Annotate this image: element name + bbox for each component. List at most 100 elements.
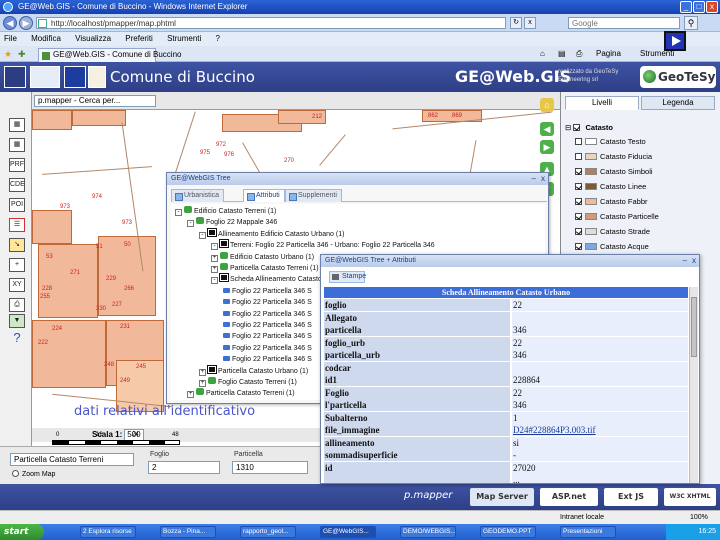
download-icon[interactable]: ▼ [9, 314, 25, 328]
close-button[interactable]: x [706, 1, 718, 13]
particella-input[interactable]: 1310 [232, 461, 308, 474]
layer-row[interactable]: Catasto Strade [575, 226, 650, 238]
browser-tab[interactable]: GE@Web.GIS - Comune di Buccino [38, 48, 181, 62]
feeds-icon[interactable]: ▤ [558, 48, 566, 60]
add-favorite-icon[interactable]: ✚ [18, 49, 26, 60]
slide-play-button[interactable] [664, 31, 686, 51]
pan-right-icon[interactable]: ▶ [540, 140, 554, 154]
menu-help[interactable]: ? [216, 34, 220, 43]
menu-preferiti[interactable]: Preferiti [125, 34, 153, 43]
minimize-icon[interactable]: – [683, 256, 687, 266]
favorites-star-icon[interactable]: ★ [4, 49, 12, 60]
tree-node[interactable]: + Particella Catasto Urbano (1) [199, 364, 308, 377]
tree-node[interactable]: - Foglio 22 Mappale 346 [187, 217, 277, 228]
forward-icon[interactable]: ▶ [19, 16, 33, 30]
layer-checkbox[interactable] [575, 138, 582, 145]
cde-icon[interactable]: CDE [9, 178, 25, 192]
taskbar-item[interactable]: DEMO/WEBGIS... [400, 526, 456, 538]
expand-icon[interactable]: + [199, 368, 206, 376]
collapse-icon[interactable]: - [175, 209, 182, 216]
search-type-select[interactable]: p.mapper - Cerca per... [34, 95, 156, 107]
grid-icon[interactable]: ▦ [9, 138, 25, 152]
tree-node[interactable]: - Edificio Catasto Terreni (1) [175, 206, 276, 217]
tree-node[interactable]: + Particella Catasto Terreni (1) [211, 263, 319, 274]
tree-node[interactable]: Foglio 22 Particella 346 S [223, 309, 312, 320]
stop-icon[interactable]: x [524, 17, 536, 29]
home-map-icon[interactable]: ⌂ [540, 98, 554, 112]
pan-left-icon[interactable]: ◀ [540, 122, 554, 136]
layer-select[interactable]: Particella Catasto Terreni [10, 453, 134, 466]
tab-urbanistica[interactable]: Urbanistica [171, 189, 225, 202]
poi-icon[interactable]: POI [9, 198, 25, 212]
tree-node[interactable]: Foglio 22 Particella 346 S [223, 297, 312, 308]
layers-icon[interactable]: ☰ [9, 218, 25, 232]
attribute-window-titlebar[interactable]: GE@WebGIS Tree + Attributi [321, 255, 699, 267]
taskbar-item[interactable]: GEODEMO.PPT [480, 526, 536, 538]
tree-node[interactable]: + Foglio Catasto Terreni (1) [199, 377, 297, 388]
layer-checkbox[interactable] [575, 213, 582, 220]
maximize-button[interactable]: □ [693, 1, 705, 13]
table-icon[interactable]: ▦ [9, 118, 25, 132]
taskbar-item[interactable]: 2 Esplora risorse [80, 526, 136, 538]
attribute-link[interactable]: D24#228864P3.003.tif [512, 424, 688, 436]
tree-node[interactable]: Foglio 22 Particella 346 S [223, 343, 312, 354]
stampe-button[interactable]: Stampe [329, 271, 366, 283]
start-button[interactable]: start [0, 524, 44, 540]
layer-row[interactable]: Catasto Particelle [575, 211, 659, 223]
tree-node[interactable]: Foglio 22 Particella 346 S [223, 286, 312, 297]
tab-attributi[interactable]: Attributi [243, 189, 285, 202]
measure-icon[interactable]: ↘ [9, 238, 25, 252]
taskbar-item[interactable]: rapporto_geol... [240, 526, 296, 538]
collapse-icon[interactable]: - [199, 231, 206, 239]
layer-checkbox[interactable] [575, 198, 582, 205]
layer-checkbox[interactable] [575, 153, 582, 160]
prf-icon[interactable]: PRF [9, 158, 25, 172]
layer-row[interactable]: Catasto Testo [575, 136, 646, 148]
zoom-level[interactable]: 100% [690, 511, 708, 524]
collapse-icon[interactable]: - [211, 277, 218, 285]
expand-icon[interactable]: + [199, 380, 206, 387]
vertical-scrollbar[interactable] [689, 287, 698, 483]
back-icon[interactable]: ◀ [3, 16, 17, 30]
layer-checkbox[interactable] [575, 243, 582, 250]
tree-node[interactable]: Foglio 22 Particella 346 S [223, 320, 312, 331]
taskbar-item[interactable]: Presentazioni [560, 526, 616, 538]
print-icon-tool[interactable]: ⎙ [9, 298, 25, 312]
taskbar-item[interactable]: GE@WebGIS... [320, 526, 376, 538]
scrollbar-thumb[interactable] [691, 297, 697, 357]
tree-window-titlebar[interactable]: GE@WebGIS Tree [167, 173, 548, 185]
tab-livelli[interactable]: Livelli [565, 96, 639, 110]
taskbar-item[interactable]: Bozza - Pina... [160, 526, 216, 538]
layer-row[interactable]: Catasto Simboli [575, 166, 653, 178]
refresh-icon[interactable]: ↻ [510, 17, 522, 29]
tree-node[interactable]: - Terreni: Foglio 22 Particella 346 - Urb… [211, 239, 435, 251]
search-input[interactable] [568, 17, 680, 29]
tree-node[interactable]: Foglio 22 Particella 346 S [223, 331, 312, 342]
menu-modifica[interactable]: Modifica [31, 34, 61, 43]
tree-node[interactable]: + Edificio Catasto Urbano (1) [211, 251, 314, 263]
menu-pagina[interactable]: Pagina [596, 48, 621, 60]
expand-icon[interactable]: + [211, 266, 218, 273]
search-icon[interactable]: ⚲ [684, 16, 698, 30]
tree-node[interactable]: - Allineamento Edificio Catasto Urbano (1… [199, 227, 344, 240]
url-input[interactable] [36, 17, 506, 29]
minimize-icon[interactable]: – [532, 174, 536, 184]
layer-row[interactable]: Catasto Fiducia [575, 151, 652, 163]
tree-node[interactable]: + Particella Catasto Terreni (1) [187, 388, 295, 399]
menu-file[interactable]: File [4, 34, 17, 43]
collapse-icon[interactable]: - [187, 220, 194, 228]
zoom-map-radio[interactable]: Zoom Map [12, 470, 55, 478]
help-icon[interactable]: ? [9, 331, 25, 346]
xy-icon[interactable]: XY [9, 278, 25, 292]
layer-group-checkbox[interactable] [573, 124, 581, 131]
tree-node[interactable]: Foglio 22 Particella 346 S [223, 354, 312, 365]
print-icon[interactable]: ⎙ [576, 48, 582, 60]
layer-checkbox[interactable] [575, 183, 582, 190]
collapse-icon[interactable]: - [211, 243, 218, 251]
zoom-in-icon[interactable]: + [9, 258, 25, 272]
foglio-input[interactable]: 2 [148, 461, 220, 474]
tab-supplementi[interactable]: Supplementi [285, 189, 342, 202]
expand-icon[interactable]: + [187, 391, 194, 399]
minimize-button[interactable]: _ [680, 1, 692, 13]
layer-checkbox[interactable] [575, 168, 582, 175]
